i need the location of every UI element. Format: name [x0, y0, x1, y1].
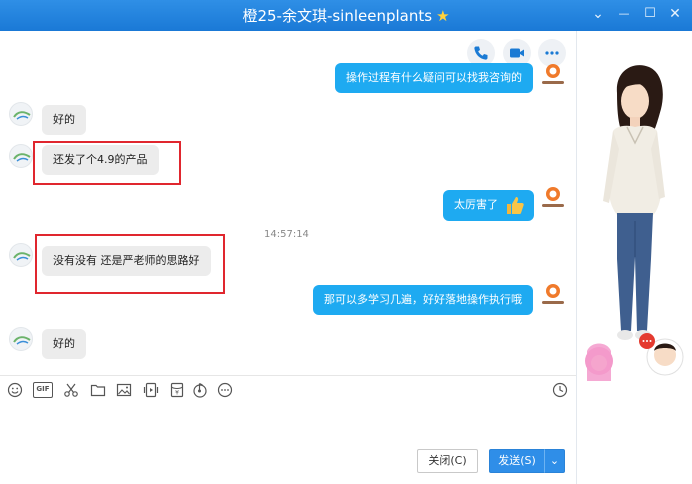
message-bubble-sent[interactable]: 太厉害了 [443, 190, 534, 221]
video-camera-icon [510, 48, 524, 58]
more-icon[interactable] [217, 382, 233, 398]
gif-icon[interactable]: GIF [33, 382, 53, 398]
plant-logo-icon [13, 252, 31, 261]
music-icon[interactable] [192, 382, 208, 398]
message-bubble-sent[interactable]: 那可以多学习几遍，好好落地操作执行哦 [313, 285, 533, 315]
phone-icon [474, 46, 488, 60]
image-icon[interactable] [116, 382, 132, 398]
agent-avatar[interactable] [540, 61, 566, 91]
contact-name: 橙25-余文琪-sinleenplants [242, 7, 433, 25]
plant-logo-icon [13, 153, 31, 162]
clock-icon[interactable] [552, 382, 568, 398]
highlight-box [35, 234, 225, 294]
plant-logo-icon [13, 336, 31, 345]
contact-avatar[interactable] [9, 327, 33, 351]
agent-avatar[interactable] [540, 184, 566, 214]
message-area[interactable]: 操作过程有什么疑问可以找我咨询的 好的 还发了个4.9的产品 太厉害了 14:5… [0, 31, 576, 375]
scissors-icon[interactable] [63, 382, 79, 398]
red-packet-icon[interactable]: ¥ [169, 382, 185, 398]
menu-chevron-icon[interactable]: ⌄ [588, 4, 608, 24]
thumbs-up-icon [506, 197, 524, 214]
contact-avatar[interactable] [9, 102, 33, 126]
message-bubble-sent[interactable]: 操作过程有什么疑问可以找我咨询的 [335, 63, 533, 93]
highlight-box [33, 141, 181, 185]
title-bar[interactable]: 橙25-余文琪-sinleenplants ★ ⌄ — ☐ ✕ [0, 0, 692, 31]
message-bubble-received[interactable]: 好的 [42, 329, 86, 359]
send-button[interactable]: 发送(S) [489, 449, 544, 473]
message-text: 太厉害了 [454, 198, 498, 211]
smiley-icon[interactable] [7, 382, 23, 398]
message-timestamp: 14:57:14 [264, 229, 309, 240]
maximize-button[interactable]: ☐ [640, 4, 660, 24]
contact-show-panel [576, 31, 692, 484]
close-window-button[interactable]: ✕ [665, 4, 685, 24]
star-icon: ★ [436, 7, 450, 25]
plant-logo-icon [13, 111, 31, 120]
close-button[interactable]: 关闭(C) [417, 449, 478, 473]
folder-icon[interactable] [90, 382, 106, 398]
character-illustration [585, 65, 684, 381]
message-input[interactable] [0, 404, 576, 444]
video-icon[interactable] [143, 382, 159, 398]
contact-avatar[interactable] [9, 144, 33, 168]
chat-window: 橙25-余文琪-sinleenplants ★ ⌄ — ☐ ✕ 操作过程有什么疑问… [0, 0, 692, 484]
input-toolbar: GIF ¥ [0, 376, 576, 404]
svg-text:¥: ¥ [175, 390, 179, 397]
agent-avatar[interactable] [540, 281, 566, 311]
contact-avatar[interactable] [9, 243, 33, 267]
ellipsis-icon [545, 51, 559, 55]
message-bubble-received[interactable]: 好的 [42, 105, 86, 135]
minimize-button[interactable]: — [614, 4, 634, 24]
send-options-button[interactable]: ⌄ [544, 449, 565, 473]
